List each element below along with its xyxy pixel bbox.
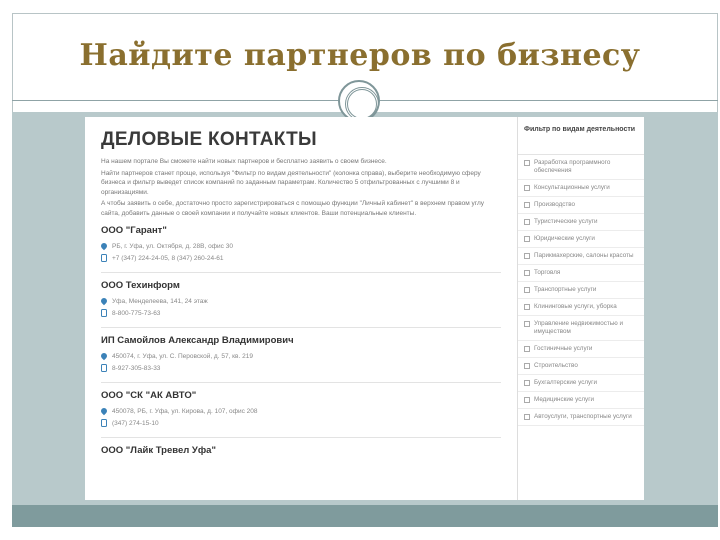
filter-option[interactable]: Транспортные услуги (518, 282, 644, 299)
filter-option-label: Торговля (534, 269, 561, 276)
phone-row: 8-927-305-83-33 (101, 362, 501, 374)
company-card: ООО "СК "АК АВТО" 450078, РБ, г. Уфа, ул… (99, 390, 501, 438)
phone-row: (347) 274-15-10 (101, 417, 501, 429)
filter-checkbox[interactable] (524, 380, 530, 386)
filter-checkbox[interactable] (524, 397, 530, 403)
company-divider (101, 382, 501, 383)
filter-option-label: Строительство (534, 362, 578, 369)
filter-option[interactable]: Гостиничные услуги (518, 341, 644, 358)
company-divider (101, 327, 501, 328)
company-address: 450078, РБ, г. Уфа, ул. Кирова, д. 107, … (112, 407, 258, 415)
location-pin-icon (99, 406, 109, 416)
filter-option-label: Консультационные услуги (534, 184, 610, 191)
phone-icon (101, 254, 107, 262)
filter-option-label: Бухгалтерские услуги (534, 379, 597, 386)
filter-option[interactable]: Парикмахерские, салоны красоты (518, 248, 644, 265)
filter-checkbox[interactable] (524, 219, 530, 225)
intro-text: На нашем портале Вы сможете найти новых … (101, 157, 501, 218)
filter-checkbox[interactable] (524, 253, 530, 259)
filter-option-label: Туристические услуги (534, 218, 598, 225)
filter-option[interactable]: Автоуслуги, транспортные услуги (518, 409, 644, 426)
company-phone[interactable]: +7 (347) 224-24-05, 8 (347) 260-24-61 (112, 255, 223, 262)
company-name-link[interactable]: ИП Самойлов Александр Владимирович (101, 335, 501, 346)
company-divider (101, 437, 501, 438)
filter-option[interactable]: Управление недвижимостью и имуществом (518, 316, 644, 341)
filter-option-label: Юридические услуги (534, 235, 595, 242)
filter-option-label: Клининговые услуги, уборка (534, 303, 617, 310)
filter-option[interactable]: Бухгалтерские услуги (518, 375, 644, 392)
company-address: Уфа, Менделеева, 141, 24 этаж (112, 297, 208, 305)
address-row: 450078, РБ, г. Уфа, ул. Кирова, д. 107, … (99, 405, 501, 417)
filter-checkbox[interactable] (524, 363, 530, 369)
filter-option-label: Автоуслуги, транспортные услуги (534, 413, 632, 420)
filter-checkbox[interactable] (524, 160, 530, 166)
contacts-main: ДЕЛОВЫЕ КОНТАКТЫ На нашем портале Вы смо… (85, 117, 515, 500)
location-pin-icon (99, 351, 109, 361)
phone-row: +7 (347) 224-24-05, 8 (347) 260-24-61 (101, 252, 501, 264)
slide-title: Найдите партнеров по бизнесу (79, 38, 641, 73)
address-row: РБ, г. Уфа, ул. Октября, д. 28В, офис 30 (99, 240, 501, 252)
company-card: ООО "Лайк Тревел Уфа" (101, 445, 501, 456)
address-row: Уфа, Менделеева, 141, 24 этаж (99, 295, 501, 307)
filter-option[interactable]: Консультационные услуги (518, 180, 644, 197)
phone-row: 8-800-775-73-63 (101, 307, 501, 319)
company-phone[interactable]: (347) 274-15-10 (112, 420, 159, 427)
filter-option[interactable]: Туристические услуги (518, 214, 644, 231)
bottom-bar (12, 505, 718, 527)
filter-option-label: Производство (534, 201, 576, 208)
filter-checkbox[interactable] (524, 236, 530, 242)
filter-checkbox[interactable] (524, 321, 530, 327)
company-address: РБ, г. Уфа, ул. Октября, д. 28В, офис 30 (112, 242, 233, 250)
filter-option[interactable]: Разработка программного обеспечения (518, 155, 644, 180)
intro-paragraph: А чтобы заявить о себе, достаточно прост… (101, 200, 484, 217)
filter-checkbox[interactable] (524, 304, 530, 310)
filter-option-label: Медицинские услуги (534, 396, 595, 403)
location-pin-icon (99, 296, 109, 306)
filter-checkbox[interactable] (524, 185, 530, 191)
activity-filter-panel: Фильтр по видам деятельности Разработка … (517, 117, 644, 500)
filter-option[interactable]: Производство (518, 197, 644, 214)
company-divider (101, 272, 501, 273)
filter-checkbox[interactable] (524, 287, 530, 293)
filter-option[interactable]: Юридические услуги (518, 231, 644, 248)
website-screenshot: ДЕЛОВЫЕ КОНТАКТЫ На нашем портале Вы смо… (85, 117, 644, 500)
location-pin-icon (99, 241, 109, 251)
filter-option-label: Гостиничные услуги (534, 345, 593, 352)
circle-ornament (338, 80, 380, 122)
company-name-link[interactable]: ООО "Лайк Тревел Уфа" (101, 445, 501, 456)
filter-option[interactable]: Торговля (518, 265, 644, 282)
filter-option-label: Парикмахерские, салоны красоты (534, 252, 634, 259)
filter-checkbox[interactable] (524, 202, 530, 208)
filter-checkbox[interactable] (524, 414, 530, 420)
address-row: 450074, г. Уфа, ул. С. Перовской, д. 57,… (99, 350, 501, 362)
filter-option[interactable]: Медицинские услуги (518, 392, 644, 409)
filter-checkbox[interactable] (524, 270, 530, 276)
company-phone[interactable]: 8-927-305-83-33 (112, 365, 160, 372)
page-heading: ДЕЛОВЫЕ КОНТАКТЫ (101, 129, 317, 150)
filter-title: Фильтр по видам деятельности (518, 117, 644, 155)
intro-paragraph: Найти партнеров станет проще, используя … (101, 169, 481, 196)
filter-option-label: Разработка программного обеспечения (534, 159, 611, 174)
company-card: ООО Техинформ Уфа, Менделеева, 141, 24 э… (99, 280, 501, 328)
filter-option-label: Транспортные услуги (534, 286, 597, 293)
phone-icon (101, 419, 107, 427)
company-name-link[interactable]: ООО Техинформ (101, 280, 501, 291)
company-name-link[interactable]: ООО "Гарант" (101, 225, 501, 236)
company-phone[interactable]: 8-800-775-73-63 (112, 310, 160, 317)
filter-checkbox[interactable] (524, 346, 530, 352)
phone-icon (101, 309, 107, 317)
filter-option-label: Управление недвижимостью и имуществом (534, 320, 623, 335)
company-card: ИП Самойлов Александр Владимирович 45007… (99, 335, 501, 383)
intro-paragraph: На нашем портале Вы сможете найти новых … (101, 158, 387, 165)
company-name-link[interactable]: ООО "СК "АК АВТО" (101, 390, 501, 401)
company-address: 450074, г. Уфа, ул. С. Перовской, д. 57,… (112, 352, 253, 360)
filter-option[interactable]: Клининговые услуги, уборка (518, 299, 644, 316)
company-card: ООО "Гарант" РБ, г. Уфа, ул. Октября, д.… (99, 225, 501, 273)
phone-icon (101, 364, 107, 372)
filter-option[interactable]: Строительство (518, 358, 644, 375)
